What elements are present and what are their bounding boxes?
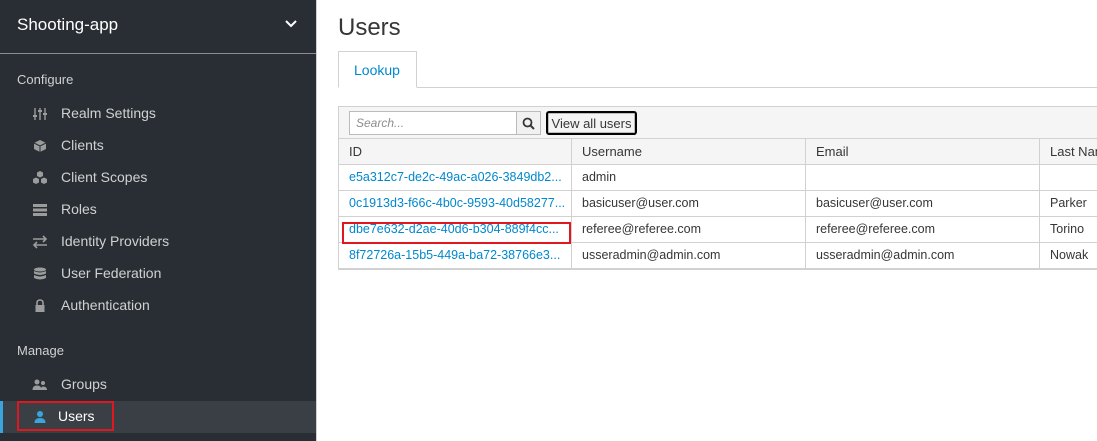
lock-icon	[35, 299, 45, 312]
user-id-link[interactable]: 0c1913d3-f66c-4b0c-9593-40d58277...	[339, 191, 572, 216]
tab-lookup[interactable]: Lookup	[338, 51, 417, 88]
search-icon	[522, 117, 535, 130]
users-table: View all users ID Username Email Last Na…	[338, 106, 1097, 270]
column-header-id[interactable]: ID	[339, 139, 572, 164]
roles-icon	[33, 204, 47, 216]
page-title: Users	[338, 14, 401, 41]
sidebar-item-groups[interactable]: Groups	[0, 369, 316, 401]
database-icon	[34, 267, 46, 280]
sidebar-item-user-federation[interactable]: User Federation	[0, 258, 316, 290]
section-label-configure: Configure	[17, 72, 74, 87]
user-id-link[interactable]: 8f72726a-15b5-449a-ba72-38766e3...	[339, 243, 572, 268]
username-cell: referee@referee.com	[572, 217, 806, 242]
cube-icon	[33, 140, 47, 152]
username-cell: basicuser@user.com	[572, 191, 806, 216]
sidebar-item-authentication[interactable]: Authentication	[0, 290, 316, 322]
table-toolbar: View all users	[339, 107, 1097, 139]
sidebar-item-label: Identity Providers	[61, 233, 170, 249]
users-highlight-box	[17, 401, 114, 431]
realm-name: Shooting-app	[17, 15, 119, 34]
last-name-cell: Nowak	[1050, 248, 1089, 262]
sidebar: Shooting-app Configure Realm Settings Cl…	[0, 0, 316, 441]
column-header-email[interactable]: Email	[806, 139, 1040, 164]
exchange-icon	[32, 235, 48, 249]
sidebar-item-identity-providers[interactable]: Identity Providers	[0, 226, 316, 258]
active-indicator	[0, 401, 3, 433]
last-name-cell: Torino	[1050, 222, 1085, 236]
tab-bar-line	[338, 87, 1097, 88]
sidebar-item-label: Realm Settings	[61, 105, 156, 121]
column-header-username[interactable]: Username	[572, 139, 806, 164]
email-cell	[806, 165, 1040, 190]
email-cell: usseradmin@admin.com	[806, 243, 1040, 268]
sidebar-item-realm-settings[interactable]: Realm Settings	[0, 98, 316, 130]
table-row: 0c1913d3-f66c-4b0c-9593-40d58277... basi…	[339, 191, 1097, 217]
sidebar-item-label: Client Scopes	[61, 169, 148, 185]
last-name-cell	[1040, 165, 1097, 190]
sidebar-item-label: Clients	[61, 137, 104, 153]
sidebar-item-roles[interactable]: Roles	[0, 194, 316, 226]
sidebar-item-label: Roles	[61, 201, 97, 217]
section-label-manage: Manage	[17, 343, 64, 358]
users-icon	[32, 379, 47, 390]
view-all-users-button[interactable]: View all users	[546, 111, 637, 135]
cubes-icon	[33, 171, 47, 184]
user-id-link[interactable]: e5a312c7-de2c-49ac-a026-3849db2...	[339, 165, 572, 190]
email-cell: referee@referee.com	[806, 217, 1040, 242]
sidebar-item-client-scopes[interactable]: Client Scopes	[0, 162, 316, 194]
search-button[interactable]	[516, 111, 541, 135]
sidebar-item-label: Groups	[61, 376, 107, 392]
tab-label: Lookup	[354, 62, 400, 78]
chevron-down-icon[interactable]	[284, 18, 298, 30]
search-input[interactable]	[349, 111, 517, 135]
sliders-icon	[33, 108, 47, 120]
table-row: e5a312c7-de2c-49ac-a026-3849db2... admin	[339, 165, 1097, 191]
table-header: ID Username Email Last Name	[339, 139, 1097, 165]
sidebar-item-label: User Federation	[61, 265, 162, 281]
sidebar-item-clients[interactable]: Clients	[0, 130, 316, 162]
id-highlight-box	[342, 222, 571, 244]
email-cell: basicuser@user.com	[806, 191, 1040, 216]
username-cell: usseradmin@admin.com	[572, 243, 806, 268]
column-header-last-name[interactable]: Last Name	[1040, 139, 1097, 164]
username-cell: admin	[572, 165, 806, 190]
main-content: Users Lookup View all users ID Username …	[317, 0, 1097, 441]
last-name-cell: Parker	[1050, 196, 1087, 210]
sidebar-item-label: Authentication	[61, 297, 150, 313]
realm-selector[interactable]: Shooting-app	[0, 0, 316, 54]
table-row: 8f72726a-15b5-449a-ba72-38766e3... usser…	[339, 243, 1097, 269]
